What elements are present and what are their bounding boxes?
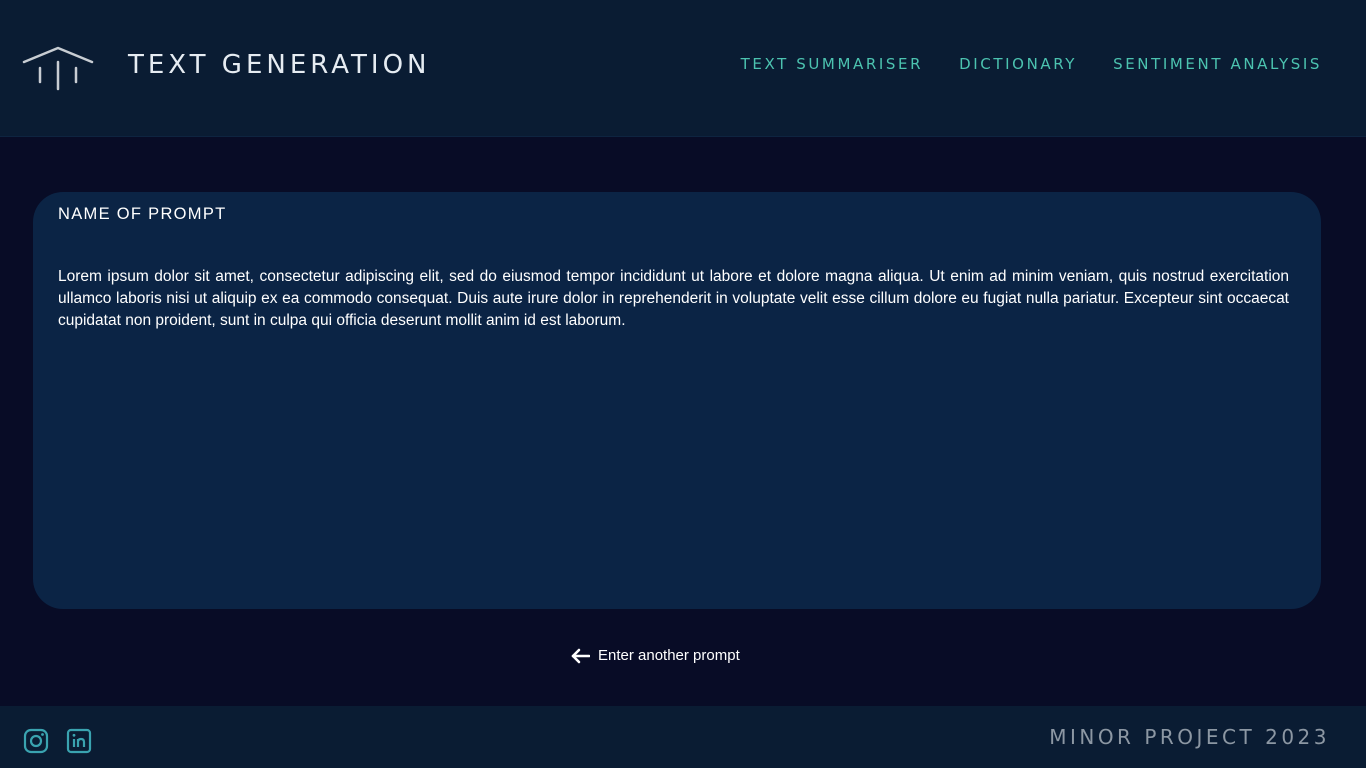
nav-text-summariser[interactable]: TEXT SUMMARISER (741, 55, 924, 73)
generated-text: Lorem ipsum dolor sit amet, consectetur … (58, 268, 1289, 329)
footer-project-label: MINOR PROJECT 2023 (1049, 725, 1330, 749)
generated-text-card: NAME OF PROMPT Lorem ipsum dolor sit ame… (33, 192, 1321, 609)
top-header: TEXT GENERATION TEXT SUMMARISER DICTIONA… (0, 0, 1366, 137)
footer: MINOR PROJECT 2023 (0, 706, 1366, 768)
instagram-icon[interactable] (22, 727, 50, 755)
enter-another-prompt-label: Enter another prompt (598, 647, 740, 664)
nav-sentiment-analysis[interactable]: SENTIMENT ANALYSIS (1113, 55, 1322, 73)
main-nav: TEXT SUMMARISER DICTIONARY SENTIMENT ANA… (741, 55, 1322, 73)
arrow-left-icon (571, 648, 590, 663)
page-title: TEXT GENERATION (128, 50, 431, 80)
linkedin-icon[interactable] (65, 727, 93, 755)
pillars-roof-icon[interactable] (22, 44, 94, 92)
enter-another-prompt-link[interactable]: Enter another prompt (570, 647, 740, 664)
prompt-name: NAME OF PROMPT (58, 205, 227, 223)
nav-dictionary[interactable]: DICTIONARY (959, 55, 1077, 73)
